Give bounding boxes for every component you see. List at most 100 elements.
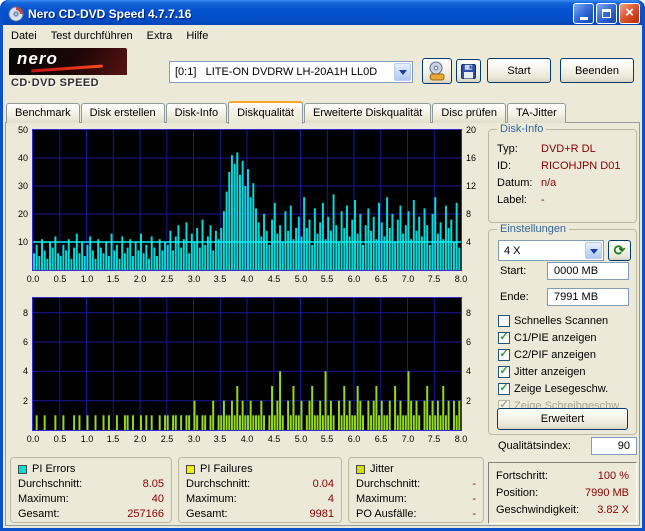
- disk-info-label: Label:: [497, 194, 527, 206]
- stat-value: 4: [327, 492, 334, 505]
- x-axis-tick: 5.0: [294, 434, 308, 444]
- start-position-field[interactable]: 0000 MB: [547, 262, 629, 280]
- logo-brand: nero: [17, 49, 58, 68]
- quality-index-row: Qualitätsindex: 90: [498, 437, 637, 455]
- stat-label: Gesamt:: [18, 507, 60, 520]
- y-axis-tick: 50: [17, 125, 28, 135]
- x-axis-tick: 6.0: [347, 434, 361, 444]
- x-axis-tick: 3.0: [187, 434, 201, 444]
- advanced-button[interactable]: Erweitert: [497, 408, 628, 430]
- x-axis-tick: 2.0: [133, 274, 147, 284]
- x-axis-tick: 4.5: [267, 274, 281, 284]
- checkbox-schnelles-scannen[interactable]: Schnelles Scannen: [498, 314, 608, 328]
- x-axis-tick: 7.5: [427, 274, 441, 284]
- y2-axis-tick: 12: [466, 181, 477, 191]
- tab-benchmark[interactable]: Benchmark: [6, 103, 80, 123]
- menu-extra[interactable]: Extra: [140, 27, 180, 45]
- start-button[interactable]: Start: [487, 58, 551, 83]
- x-axis-tick: 5.5: [320, 434, 334, 444]
- checkbox-jitter-anzeigen[interactable]: Jitter anzeigen: [498, 365, 586, 379]
- x-axis-tick: 2.5: [160, 274, 174, 284]
- tab-disk-info[interactable]: Disk-Info: [165, 103, 228, 123]
- speed-select[interactable]: 4 X: [498, 240, 604, 261]
- refresh-icon: ⟳: [613, 242, 626, 258]
- checkbox-box: [498, 332, 510, 344]
- disk-info-row-typ: Typ: DVD+R DL: [497, 143, 628, 160]
- stat-value: 40: [151, 492, 164, 505]
- tab-diskqualitaet[interactable]: Diskqualität: [228, 101, 303, 124]
- window-title: Nero CD-DVD Speed 4.7.7.16: [28, 6, 192, 21]
- maximize-button[interactable]: [596, 3, 617, 24]
- y2-axis-tick: 6: [466, 337, 472, 347]
- hand-disc-icon: [429, 61, 445, 81]
- menu-datei[interactable]: Datei: [4, 27, 44, 45]
- checkbox-c2-pif-anzeigen[interactable]: C2/PIF anzeigen: [498, 348, 596, 362]
- disk-info-group: Disk-Info Typ: DVD+R DL ID: RICOHJPN D01 D…: [488, 123, 637, 223]
- position-label: Position:: [496, 486, 539, 499]
- disk-info-rows: Typ: DVD+R DL ID: RICOHJPN D01 Datum: n/a L…: [489, 130, 636, 211]
- pi-errors-stats: PI Errors Durchschnitt: 8.05 Maximum: 40 G…: [10, 457, 172, 523]
- y-axis-tick: 2: [22, 396, 28, 406]
- x-axis-tick: 1.0: [80, 434, 94, 444]
- start-position-label: Start:: [500, 265, 527, 277]
- tab-page-diskqualitaet: 10 20 30 40 50 4 8 12 16 20 0.0 0.5 1.0 1.5 2.0 2.5 3.0 3…: [5, 122, 640, 526]
- disc-icon: [8, 6, 24, 21]
- x-axis-tick: 2.0: [133, 434, 147, 444]
- checkbox-zeige-lesegeschw[interactable]: Zeige Lesegeschw.: [498, 382, 608, 396]
- checkbox-label: C2/PIF anzeigen: [514, 349, 596, 361]
- jitter-stats: Jitter Durchschnitt: - Maximum: - PO Ausfä…: [348, 457, 484, 523]
- tab-ta-jitter[interactable]: TA-Jitter: [507, 103, 566, 123]
- stat-label: Maximum:: [18, 492, 69, 505]
- checkbox-box: [498, 383, 510, 395]
- x-axis-tick: 4.0: [240, 274, 254, 284]
- close-button[interactable]: ×: [619, 3, 640, 24]
- checkbox-label: C1/PIE anzeigen: [514, 332, 597, 344]
- disk-info-value: -: [541, 194, 545, 206]
- pi-failures-chart: 2 4 6 8 2 4 6 8 0.0 0.5 1.0 1.5 2.0 2.5 3.0 3.5 4.0 4.5 5.…: [8, 295, 486, 453]
- disk-info-label: ID:: [497, 160, 512, 172]
- speed-row: Geschwindigkeit: 3.82 X: [496, 501, 629, 518]
- stat-value: 257166: [127, 507, 164, 520]
- pi-failures-legend-swatch: [186, 464, 195, 474]
- disk-info-label: Typ:: [497, 143, 518, 155]
- y-axis-tick: 40: [17, 153, 28, 163]
- chevron-down-icon[interactable]: [585, 242, 602, 259]
- y2-axis-tick: 16: [466, 153, 477, 163]
- x-axis-tick: 6.0: [347, 274, 361, 284]
- x-axis-tick: 7.0: [401, 434, 415, 444]
- stat-value: 8.05: [142, 477, 164, 490]
- quit-button[interactable]: Beenden: [560, 58, 634, 83]
- tab-disk-erstellen[interactable]: Disk erstellen: [80, 103, 165, 123]
- menu-hilfe[interactable]: Hilfe: [179, 27, 215, 45]
- x-axis-tick: 3.5: [213, 434, 227, 444]
- checkbox-label: Jitter anzeigen: [514, 366, 586, 378]
- stat-value: -: [472, 492, 476, 505]
- drive-select-value: [0:1] LITE-ON DVDRW LH-20A1H LL0D: [175, 66, 378, 78]
- x-axis-tick: 5.0: [294, 274, 308, 284]
- menubar: Datei Test durchführen Extra Hilfe: [3, 25, 642, 46]
- position-value: 7990 MB: [584, 486, 629, 499]
- end-position-label: Ende:: [500, 291, 529, 303]
- x-axis-tick: 8.0: [454, 434, 468, 444]
- end-position-field[interactable]: 7991 MB: [547, 288, 629, 306]
- chevron-down-icon[interactable]: [394, 63, 411, 81]
- drive-select[interactable]: [0:1] LITE-ON DVDRW LH-20A1H LL0D: [169, 61, 413, 83]
- checkbox-c1-pie-anzeigen[interactable]: C1/PIE anzeigen: [498, 331, 597, 345]
- tab-erweiterte-diskqualitaet[interactable]: Erweiterte Diskqualität: [303, 103, 432, 123]
- eject-disc-button[interactable]: [422, 58, 452, 84]
- save-button[interactable]: [456, 59, 481, 83]
- minimize-button[interactable]: [573, 3, 594, 24]
- menu-test-durchfuehren[interactable]: Test durchführen: [44, 27, 140, 45]
- x-axis-tick: 4.0: [240, 434, 254, 444]
- y-axis-tick: 4: [22, 366, 28, 376]
- tab-disc-pruefen[interactable]: Disc prüfen: [432, 103, 507, 123]
- pi-errors-chart: 10 20 30 40 50 4 8 12 16 20 0.0 0.5 1.0 1.5 2.0 2.5 3.0 3…: [8, 125, 486, 291]
- titlebar[interactable]: Nero CD-DVD Speed 4.7.7.16 ×: [3, 0, 642, 25]
- settings-group: Einstellungen 4 X ⟳ Start: 0000 MB Ende:…: [488, 223, 637, 435]
- speed-select-value: 4 X: [504, 244, 521, 257]
- x-axis-tick: 3.5: [213, 274, 227, 284]
- y2-axis-tick: 4: [466, 366, 472, 376]
- disk-info-row-datum: Datum: n/a: [497, 177, 628, 194]
- x-axis-tick: 1.0: [80, 274, 94, 284]
- refresh-button[interactable]: ⟳: [608, 240, 631, 261]
